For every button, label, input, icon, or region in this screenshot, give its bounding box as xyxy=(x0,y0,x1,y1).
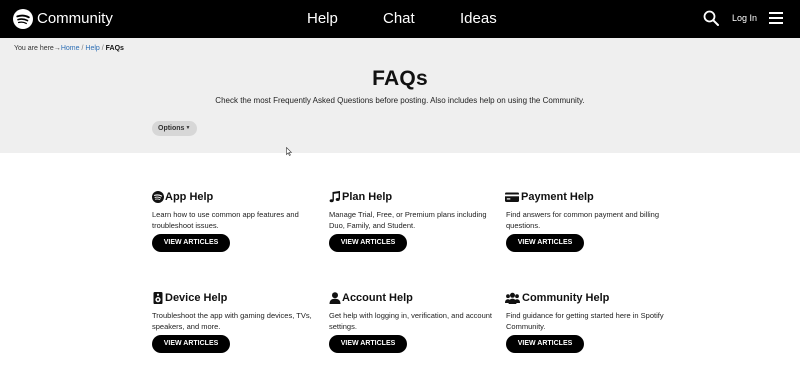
hamburger-menu-icon[interactable] xyxy=(769,12,783,24)
page-subtitle: Check the most Frequently Asked Question… xyxy=(215,96,585,105)
card-description: Get help with logging in, verification, … xyxy=(329,311,493,331)
card-title: Device Help xyxy=(165,292,228,304)
card-title: App Help xyxy=(165,191,214,203)
card-title: Plan Help xyxy=(342,191,393,203)
breadcrumb: You are here→Home / Help / FAQs xyxy=(14,44,124,54)
view-articles-button[interactable]: VIEW ARTICLES xyxy=(152,335,230,353)
users-icon xyxy=(505,292,520,304)
view-articles-button[interactable]: VIEW ARTICLES xyxy=(506,234,584,252)
card-title: Community Help xyxy=(522,292,610,304)
page-title: FAQs xyxy=(372,67,428,90)
card-description: Manage Trial, Free, or Premium plans inc… xyxy=(329,210,487,230)
search-icon[interactable] xyxy=(703,10,719,26)
speaker-icon xyxy=(153,292,163,304)
card-title: Account Help xyxy=(342,292,413,304)
card-description: Learn how to use common app features and… xyxy=(152,210,299,230)
breadcrumb-separator: / xyxy=(101,45,104,52)
top-navigation-bar: Community Help Chat Ideas Log In xyxy=(0,0,800,38)
view-articles-button[interactable]: VIEW ARTICLES xyxy=(329,335,407,353)
breadcrumb-help[interactable]: Help xyxy=(85,45,99,52)
caret-down-icon: ▼ xyxy=(185,125,191,131)
view-articles-button[interactable]: VIEW ARTICLES xyxy=(329,234,407,252)
breadcrumb-current: FAQs xyxy=(105,45,124,52)
view-articles-button[interactable]: VIEW ARTICLES xyxy=(152,234,230,252)
nav-chat[interactable]: Chat xyxy=(383,9,415,29)
spotify-logo-icon[interactable] xyxy=(13,9,33,29)
view-articles-button[interactable]: VIEW ARTICLES xyxy=(506,335,584,353)
user-icon xyxy=(329,292,341,304)
arrow-right-icon: → xyxy=(53,45,61,52)
mouse-cursor-icon xyxy=(286,147,292,156)
nav-ideas[interactable]: Ideas xyxy=(460,9,497,29)
music-note-icon xyxy=(329,191,340,203)
breadcrumb-separator: / xyxy=(81,45,84,52)
login-link[interactable]: Log In xyxy=(732,12,757,24)
breadcrumb-prefix: You are here xyxy=(14,45,54,52)
card-description: Find answers for common payment and bill… xyxy=(506,210,659,230)
options-label: Options xyxy=(158,125,185,132)
credit-card-icon xyxy=(505,192,519,202)
brand-name[interactable]: Community xyxy=(37,9,113,29)
card-description: Find guidance for getting started here i… xyxy=(506,311,664,331)
options-dropdown[interactable]: Options▼ xyxy=(152,121,197,136)
nav-help[interactable]: Help xyxy=(307,9,338,29)
card-description: Troubleshoot the app with gaming devices… xyxy=(152,311,312,331)
spotify-icon xyxy=(152,191,164,203)
breadcrumb-home[interactable]: Home xyxy=(61,45,80,52)
card-title: Payment Help xyxy=(521,191,594,203)
